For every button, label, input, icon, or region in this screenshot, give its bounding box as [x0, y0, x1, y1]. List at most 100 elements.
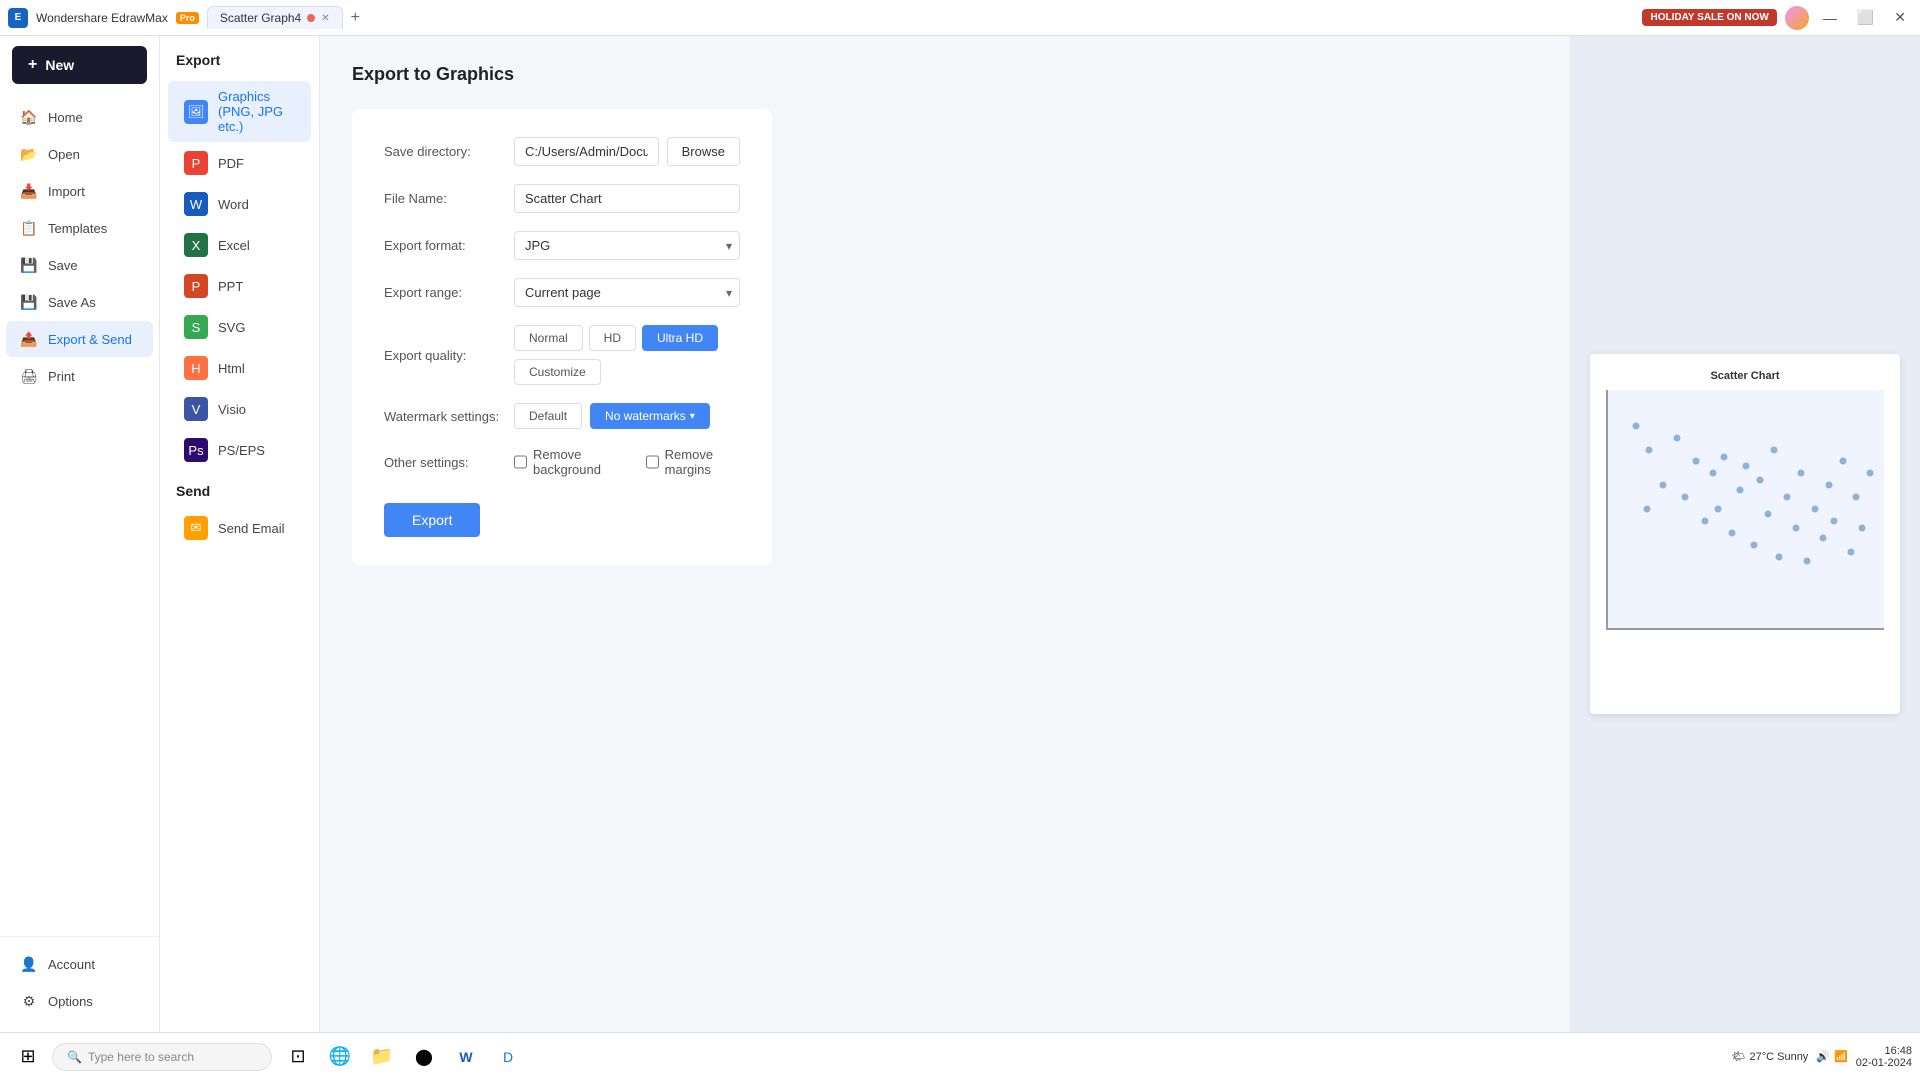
- scatter-dot: [1831, 517, 1838, 524]
- taskbar-edge[interactable]: 🌐: [322, 1039, 358, 1075]
- weather-icon: 🌤: [1732, 1050, 1746, 1063]
- quality-normal-btn[interactable]: Normal: [514, 325, 583, 351]
- weather-text: 27°C Sunny: [1749, 1051, 1808, 1063]
- export-item-word[interactable]: W Word: [168, 184, 311, 224]
- export-quality-label: Export quality:: [384, 348, 514, 363]
- quality-hd-btn[interactable]: HD: [589, 325, 636, 351]
- export-format-select[interactable]: JPG PNG BMP GIF TIFF: [514, 231, 740, 260]
- quality-ultra-hd-btn[interactable]: Ultra HD: [642, 325, 718, 351]
- scatter-dot: [1715, 506, 1722, 513]
- minimize-btn[interactable]: —: [1817, 10, 1843, 26]
- sidebar-item-open-label: Open: [48, 147, 80, 162]
- save-directory-control: Browse: [514, 137, 740, 166]
- export-item-html[interactable]: H Html: [168, 348, 311, 388]
- scatter-dot: [1682, 494, 1689, 501]
- file-name-label: File Name:: [384, 191, 514, 206]
- remove-margins-label[interactable]: Remove margins: [646, 447, 740, 477]
- export-item-svg[interactable]: S SVG: [168, 307, 311, 347]
- scatter-dot: [1751, 541, 1758, 548]
- other-settings-label: Other settings:: [384, 455, 514, 470]
- taskbar-explorer[interactable]: 📁: [364, 1039, 400, 1075]
- export-item-visio[interactable]: V Visio: [168, 389, 311, 429]
- export-item-send-email-label: Send Email: [218, 521, 284, 536]
- word-icon: W: [184, 192, 208, 216]
- customize-btn[interactable]: Customize: [514, 359, 601, 385]
- sidebar-item-save-as[interactable]: 💾 Save As: [6, 284, 153, 320]
- taskbar-right: 🌤 27°C Sunny 🔊 📶 16:48 02-01-2024: [1732, 1045, 1912, 1069]
- sidebar-item-print[interactable]: 🖨 Print: [6, 358, 153, 394]
- taskbar-chrome[interactable]: ⬤: [406, 1039, 442, 1075]
- holiday-sale-btn[interactable]: HOLIDAY SALE ON NOW: [1642, 9, 1776, 26]
- taskbar: ⊞ 🔍 Type here to search ⊡ 🌐 📁 ⬤ W D 🌤 27…: [0, 1032, 1920, 1080]
- excel-icon: X: [184, 233, 208, 257]
- export-item-pdf-label: PDF: [218, 156, 244, 171]
- remove-margins-checkbox[interactable]: [646, 455, 659, 469]
- sound-icon[interactable]: 🔊: [1816, 1050, 1830, 1063]
- templates-icon: 📋: [20, 219, 38, 237]
- svg-icon: S: [184, 315, 208, 339]
- sidebar-item-home[interactable]: 🏠 Home: [6, 99, 153, 135]
- sidebar-item-export-send-label: Export & Send: [48, 332, 132, 347]
- export-form: Save directory: Browse File Name: Export…: [352, 109, 772, 565]
- tab-close-btn[interactable]: ✕: [321, 13, 329, 24]
- new-button[interactable]: + New: [12, 46, 147, 84]
- watermark-default-btn[interactable]: Default: [514, 403, 582, 429]
- sidebar-item-save[interactable]: 💾 Save: [6, 247, 153, 283]
- taskbar-word[interactable]: W: [448, 1039, 484, 1075]
- save-directory-input[interactable]: [514, 137, 659, 166]
- scatter-dot: [1803, 558, 1810, 565]
- time-display: 16:48 02-01-2024: [1856, 1045, 1912, 1069]
- network-icon[interactable]: 📶: [1834, 1050, 1848, 1063]
- sidebar-item-print-label: Print: [48, 369, 75, 384]
- open-icon: 📂: [20, 145, 38, 163]
- taskbar-app[interactable]: D: [490, 1039, 526, 1075]
- file-name-input[interactable]: [514, 184, 740, 213]
- scatter-dot: [1743, 463, 1750, 470]
- export-item-pdf[interactable]: P PDF: [168, 143, 311, 183]
- sidebar-item-open[interactable]: 📂 Open: [6, 136, 153, 172]
- active-tab[interactable]: Scatter Graph4 ✕: [207, 6, 343, 29]
- close-btn[interactable]: ✕: [1888, 9, 1912, 26]
- start-button[interactable]: ⊞: [8, 1037, 48, 1077]
- remove-background-label[interactable]: Remove background: [514, 447, 626, 477]
- scatter-dot: [1709, 470, 1716, 477]
- sidebar-item-import[interactable]: 📥 Import: [6, 173, 153, 209]
- user-avatar[interactable]: [1785, 6, 1809, 30]
- sidebar-item-account-label: Account: [48, 957, 95, 972]
- export-item-excel[interactable]: X Excel: [168, 225, 311, 265]
- new-icon: +: [28, 56, 37, 74]
- scatter-dot: [1737, 486, 1744, 493]
- scatter-dot: [1853, 494, 1860, 501]
- save-directory-row: Save directory: Browse: [384, 137, 740, 166]
- export-item-pseps[interactable]: Ps PS/EPS: [168, 430, 311, 470]
- sidebar-item-account[interactable]: 👤 Account: [6, 946, 153, 982]
- scatter-dot: [1765, 510, 1772, 517]
- file-name-row: File Name:: [384, 184, 740, 213]
- sidebar-item-templates[interactable]: 📋 Templates: [6, 210, 153, 246]
- export-item-send-email[interactable]: ✉ Send Email: [168, 508, 311, 548]
- scatter-dot: [1792, 525, 1799, 532]
- sidebar-item-export-send[interactable]: 📤 Export & Send: [6, 321, 153, 357]
- add-tab-btn[interactable]: +: [347, 9, 364, 27]
- export-item-graphics[interactable]: 🖼 Graphics (PNG, JPG etc.): [168, 81, 311, 142]
- export-range-select[interactable]: Current page All pages Selected objects: [514, 278, 740, 307]
- home-icon: 🏠: [20, 108, 38, 126]
- export-item-graphics-label: Graphics (PNG, JPG etc.): [218, 89, 295, 134]
- watermark-none-btn[interactable]: No watermarks ▾: [590, 403, 710, 429]
- watermark-label: Watermark settings:: [384, 409, 514, 424]
- main-layout: + New 🏠 Home 📂 Open 📥 Import 📋 Templates…: [0, 36, 1920, 1032]
- watermark-none-label: No watermarks: [605, 409, 686, 423]
- taskbar-search[interactable]: 🔍 Type here to search: [52, 1043, 272, 1071]
- scatter-dot: [1646, 446, 1653, 453]
- browse-button[interactable]: Browse: [667, 137, 740, 166]
- chart-title: Scatter Chart: [1606, 370, 1884, 382]
- email-icon: ✉: [184, 516, 208, 540]
- sidebar-item-options[interactable]: ⚙ Options: [6, 983, 153, 1019]
- remove-background-checkbox[interactable]: [514, 455, 527, 469]
- export-item-ppt[interactable]: P PPT: [168, 266, 311, 306]
- export-range-control: Current page All pages Selected objects: [514, 278, 740, 307]
- export-range-label: Export range:: [384, 285, 514, 300]
- taskbar-task-view[interactable]: ⊡: [280, 1039, 316, 1075]
- export-action-button[interactable]: Export: [384, 503, 480, 537]
- maximize-btn[interactable]: ⬜: [1851, 9, 1880, 26]
